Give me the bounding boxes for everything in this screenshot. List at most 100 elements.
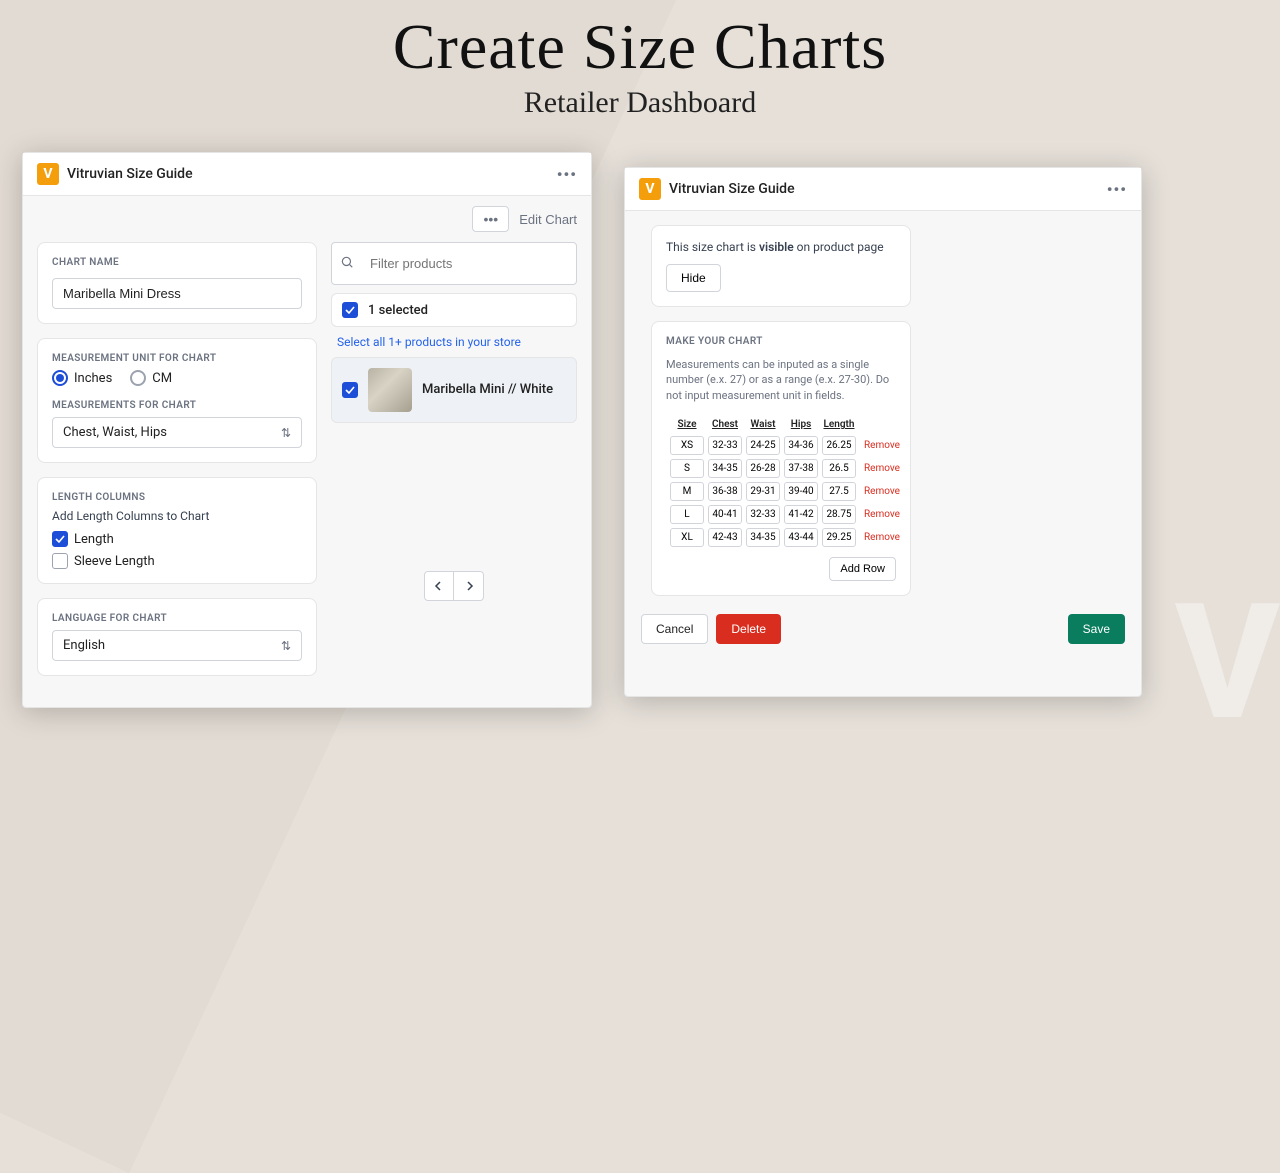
remove-row-link[interactable]: Remove <box>860 532 900 543</box>
more-menu-icon[interactable]: ••• <box>557 165 577 184</box>
table-header: Length <box>822 417 856 432</box>
cell-input[interactable]: 24-25 <box>746 436 780 455</box>
panel-chart-builder: V Vitruvian Size Guide ••• This size cha… <box>624 167 1142 697</box>
more-menu-icon[interactable]: ••• <box>1107 180 1127 199</box>
table-header: Chest <box>708 417 742 432</box>
table-row: L40-4132-3341-4228.75 Remove <box>670 505 900 524</box>
save-button[interactable]: Save <box>1068 614 1125 644</box>
measurements-label: MEASUREMENTS FOR CHART <box>52 400 302 411</box>
checkbox-sleeve-length[interactable] <box>52 553 68 569</box>
product-filter[interactable] <box>331 242 577 285</box>
pager-next-button[interactable] <box>454 571 484 601</box>
panel-chart-settings: V Vitruvian Size Guide ••• ••• Edit Char… <box>22 152 592 708</box>
more-actions-button[interactable]: ••• <box>472 206 509 232</box>
table-row: S34-3526-2837-3826.5 Remove <box>670 459 900 478</box>
remove-row-link[interactable]: Remove <box>860 440 900 451</box>
radio-cm-label: CM <box>152 371 172 386</box>
make-chart-help: Measurements can be inputed as a single … <box>666 357 896 403</box>
table-header: Waist <box>746 417 780 432</box>
checkbox-length[interactable] <box>52 531 68 547</box>
cell-input[interactable]: 32-33 <box>708 436 742 455</box>
radio-inches[interactable]: Inches <box>52 370 112 386</box>
cell-input[interactable]: 32-33 <box>746 505 780 524</box>
table-header: Hips <box>784 417 818 432</box>
select-caret-icon: ⇅ <box>281 639 291 653</box>
measurements-value: Chest, Waist, Hips <box>63 425 167 440</box>
language-select[interactable]: English ⇅ <box>52 630 302 661</box>
cell-input[interactable]: XL <box>670 528 704 547</box>
radio-inches-label: Inches <box>74 371 112 386</box>
cell-input[interactable]: 29.25 <box>822 528 856 547</box>
cell-input[interactable]: 34-35 <box>708 459 742 478</box>
brand-name: Vitruvian Size Guide <box>669 181 795 197</box>
checkbox-sleeve-label: Sleeve Length <box>74 554 155 569</box>
select-all-checkbox[interactable] <box>342 302 358 318</box>
size-chart-table: SizeChestWaistHipsLengthXS32-3324-2534-3… <box>666 413 904 551</box>
card-length-columns: LENGTH COLUMNS Add Length Columns to Cha… <box>37 477 317 584</box>
search-icon <box>340 254 354 273</box>
visibility-text: This size chart is visible on product pa… <box>666 240 896 254</box>
length-label: LENGTH COLUMNS <box>52 492 302 503</box>
select-all-link[interactable]: Select all 1+ products in your store <box>331 335 577 349</box>
cell-input[interactable]: 29-31 <box>746 482 780 501</box>
delete-button[interactable]: Delete <box>716 614 781 644</box>
pager-prev-button[interactable] <box>424 571 454 601</box>
edit-chart-button[interactable]: Edit Chart <box>519 206 577 232</box>
cell-input[interactable]: L <box>670 505 704 524</box>
cell-input[interactable]: 28.75 <box>822 505 856 524</box>
cell-input[interactable]: 40-41 <box>708 505 742 524</box>
remove-row-link[interactable]: Remove <box>860 509 900 520</box>
make-chart-label: MAKE YOUR CHART <box>666 336 896 347</box>
add-row-button[interactable]: Add Row <box>829 557 896 581</box>
cell-input[interactable]: 34-36 <box>784 436 818 455</box>
chart-name-label: CHART NAME <box>52 257 302 268</box>
product-row[interactable]: Maribella Mini // White <box>331 357 577 423</box>
chart-name-input[interactable] <box>52 278 302 309</box>
remove-row-link[interactable]: Remove <box>860 486 900 497</box>
brand-name: Vitruvian Size Guide <box>67 166 193 182</box>
cell-input[interactable]: 26.5 <box>822 459 856 478</box>
cell-input[interactable]: 41-42 <box>784 505 818 524</box>
length-help: Add Length Columns to Chart <box>52 509 302 523</box>
product-filter-input[interactable] <box>360 249 568 278</box>
cell-input[interactable]: 36-38 <box>708 482 742 501</box>
card-make-chart: MAKE YOUR CHART Measurements can be inpu… <box>651 321 911 596</box>
watermark-logo: V <box>1175 608 1280 720</box>
cell-input[interactable]: 34-35 <box>746 528 780 547</box>
cell-input[interactable]: 26-28 <box>746 459 780 478</box>
radio-cm[interactable]: CM <box>130 370 172 386</box>
card-chart-name: CHART NAME <box>37 242 317 324</box>
cancel-button[interactable]: Cancel <box>641 614 708 644</box>
cell-input[interactable]: M <box>670 482 704 501</box>
product-name: Maribella Mini // White <box>422 382 553 399</box>
language-label: LANGUAGE FOR CHART <box>52 613 302 624</box>
cell-input[interactable]: 26.25 <box>822 436 856 455</box>
language-value: English <box>63 638 105 653</box>
unit-label: MEASUREMENT UNIT FOR CHART <box>52 353 302 364</box>
cell-input[interactable]: 39-40 <box>784 482 818 501</box>
product-thumbnail <box>368 368 412 412</box>
checkbox-length-label: Length <box>74 532 114 547</box>
cell-input[interactable]: 27.5 <box>822 482 856 501</box>
hide-button[interactable]: Hide <box>666 264 721 292</box>
table-row: XS32-3324-2534-3626.25 Remove <box>670 436 900 455</box>
select-caret-icon: ⇅ <box>281 426 291 440</box>
cell-input[interactable]: S <box>670 459 704 478</box>
remove-row-link[interactable]: Remove <box>860 463 900 474</box>
table-row: M36-3829-3139-4027.5 Remove <box>670 482 900 501</box>
brand-logo-icon: V <box>37 163 59 185</box>
selected-count: 1 selected <box>368 303 428 318</box>
brand-logo-icon: V <box>639 178 661 200</box>
cell-input[interactable]: 37-38 <box>784 459 818 478</box>
cell-input[interactable]: 42-43 <box>708 528 742 547</box>
card-language: LANGUAGE FOR CHART English ⇅ <box>37 598 317 676</box>
cell-input[interactable]: XS <box>670 436 704 455</box>
hero-subtitle: Retailer Dashboard <box>0 86 1280 120</box>
card-measurements: MEASUREMENT UNIT FOR CHART Inches CM MEA… <box>37 338 317 463</box>
pager <box>331 571 577 601</box>
cell-input[interactable]: 43-44 <box>784 528 818 547</box>
measurements-select[interactable]: Chest, Waist, Hips ⇅ <box>52 417 302 448</box>
card-visibility: This size chart is visible on product pa… <box>651 225 911 307</box>
table-header: Size <box>670 417 704 432</box>
product-checkbox[interactable] <box>342 382 358 398</box>
